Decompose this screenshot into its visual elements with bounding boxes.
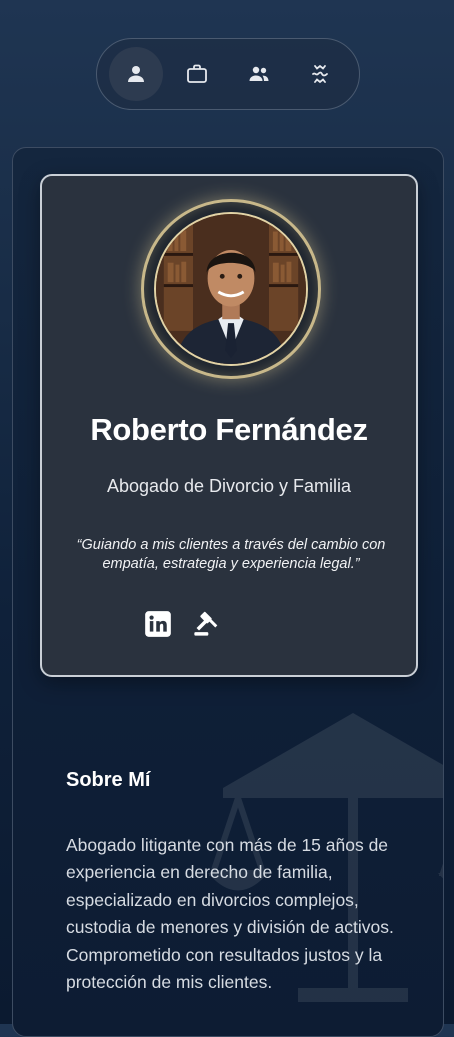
profile-photo: [156, 214, 306, 364]
gavel-icon: [194, 611, 218, 636]
nav-experience-button[interactable]: [170, 47, 224, 101]
avatar: [154, 212, 308, 366]
linkedin-link[interactable]: [143, 609, 173, 639]
profile-name: Roberto Fernández: [90, 412, 368, 447]
nav-clients-button[interactable]: [232, 47, 286, 101]
about-text: Abogado litigante con más de 15 años de …: [66, 834, 394, 993]
profile-card: Roberto Fernández Abogado de Divorcio y …: [40, 174, 418, 677]
profile-panel: Roberto Fernández Abogado de Divorcio y …: [12, 147, 444, 1037]
wave-icon: [312, 64, 329, 84]
about-title: Sobre Mí: [66, 768, 151, 791]
linkedin-icon: [145, 611, 171, 637]
user-icon: [127, 66, 144, 82]
nav-profile-button[interactable]: [108, 47, 163, 101]
top-navigation: [96, 38, 360, 110]
nav-contact-button[interactable]: [293, 47, 347, 101]
profile-quote: “Guiando a mis clientes a través del cam…: [76, 537, 386, 572]
profile-role: Abogado de Divorcio y Familia: [106, 476, 352, 496]
briefcase-icon: [187, 64, 208, 83]
avatar-ring: [141, 199, 321, 379]
users-icon: [249, 66, 269, 81]
gavel-link[interactable]: [191, 609, 221, 639]
social-links: [143, 609, 221, 639]
